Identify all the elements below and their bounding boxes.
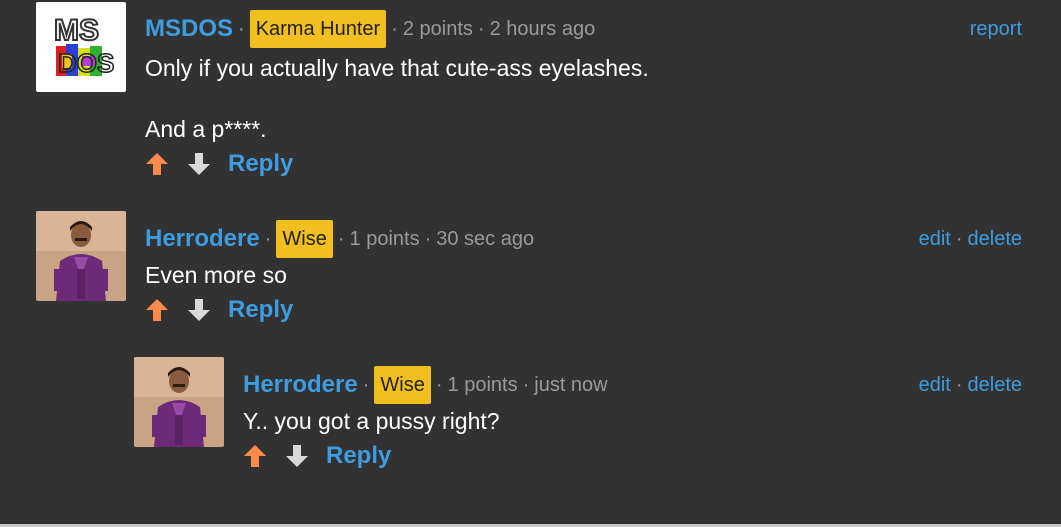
timestamp: 2 hours ago — [489, 17, 596, 40]
separator: · — [477, 17, 485, 40]
vote-bar: Reply — [144, 294, 293, 326]
separator: · — [337, 227, 345, 250]
msdos-logo-icon: MS DOS — [36, 2, 126, 92]
downvote-arrow-icon[interactable] — [186, 297, 212, 323]
timestamp: 30 sec ago — [436, 227, 535, 250]
comment-actions: report — [970, 12, 1022, 46]
user-photo-avatar — [36, 211, 126, 301]
user-photo-avatar — [134, 357, 224, 447]
report-link[interactable]: report — [970, 18, 1022, 41]
separator: · — [522, 373, 530, 396]
avatar[interactable] — [134, 357, 224, 447]
comment-header: MSDOS · Karma Hunter · 2 points · 2 hour… — [145, 10, 596, 48]
edit-link[interactable]: edit — [919, 228, 951, 251]
vote-bar: Reply — [144, 148, 293, 180]
downvote-arrow-icon[interactable] — [186, 151, 212, 177]
username[interactable]: Herrodere — [145, 225, 260, 253]
separator: · — [391, 17, 398, 40]
comment-actions: edit · delete — [919, 222, 1022, 256]
svg-text:MS: MS — [54, 14, 99, 47]
comment-actions: edit · delete — [919, 368, 1022, 402]
delete-link[interactable]: delete — [968, 228, 1023, 251]
separator: · — [955, 227, 963, 250]
upvote-arrow-icon[interactable] — [242, 443, 268, 469]
upvote-arrow-icon[interactable] — [144, 297, 170, 323]
user-badge: Karma Hunter — [249, 10, 387, 48]
comment-text: Only if you actually have that cute-ass … — [145, 55, 649, 81]
separator: · — [362, 373, 370, 396]
separator: · — [424, 227, 432, 250]
upvote-arrow-icon[interactable] — [144, 151, 170, 177]
separator: · — [238, 17, 245, 40]
downvote-arrow-icon[interactable] — [284, 443, 310, 469]
vote-bar: Reply — [242, 440, 391, 472]
timestamp: just now — [534, 373, 608, 396]
points: 1 points — [447, 373, 518, 396]
comment-text: Even more so — [145, 262, 287, 288]
delete-link[interactable]: delete — [968, 374, 1023, 397]
username[interactable]: Herrodere — [243, 371, 358, 399]
reply-button[interactable]: Reply — [326, 442, 391, 470]
username[interactable]: MSDOS — [145, 15, 233, 43]
user-badge: Wise — [276, 220, 333, 258]
comment-header: Herrodere · Wise · 1 points · just now — [243, 366, 608, 404]
reply-button[interactable]: Reply — [228, 296, 293, 324]
points: 2 points — [402, 17, 473, 40]
separator: · — [955, 373, 963, 396]
reply-button[interactable]: Reply — [228, 150, 293, 178]
edit-link[interactable]: edit — [919, 374, 951, 397]
comment-text: Y.. you got a pussy right? — [243, 408, 500, 434]
avatar[interactable]: MS DOS — [36, 2, 126, 92]
separator: · — [435, 373, 443, 396]
comment-header: Herrodere · Wise · 1 points · 30 sec ago — [145, 220, 535, 258]
svg-text:DOS: DOS — [58, 48, 114, 78]
points: 1 points — [349, 227, 420, 250]
avatar[interactable] — [36, 211, 126, 301]
comment-thread: MS DOS MSDOS · Karma Hunter · 2 points ·… — [0, 0, 1061, 527]
separator: · — [264, 227, 272, 250]
user-badge: Wise — [374, 366, 431, 404]
comment-text: And a p****. — [145, 116, 267, 142]
